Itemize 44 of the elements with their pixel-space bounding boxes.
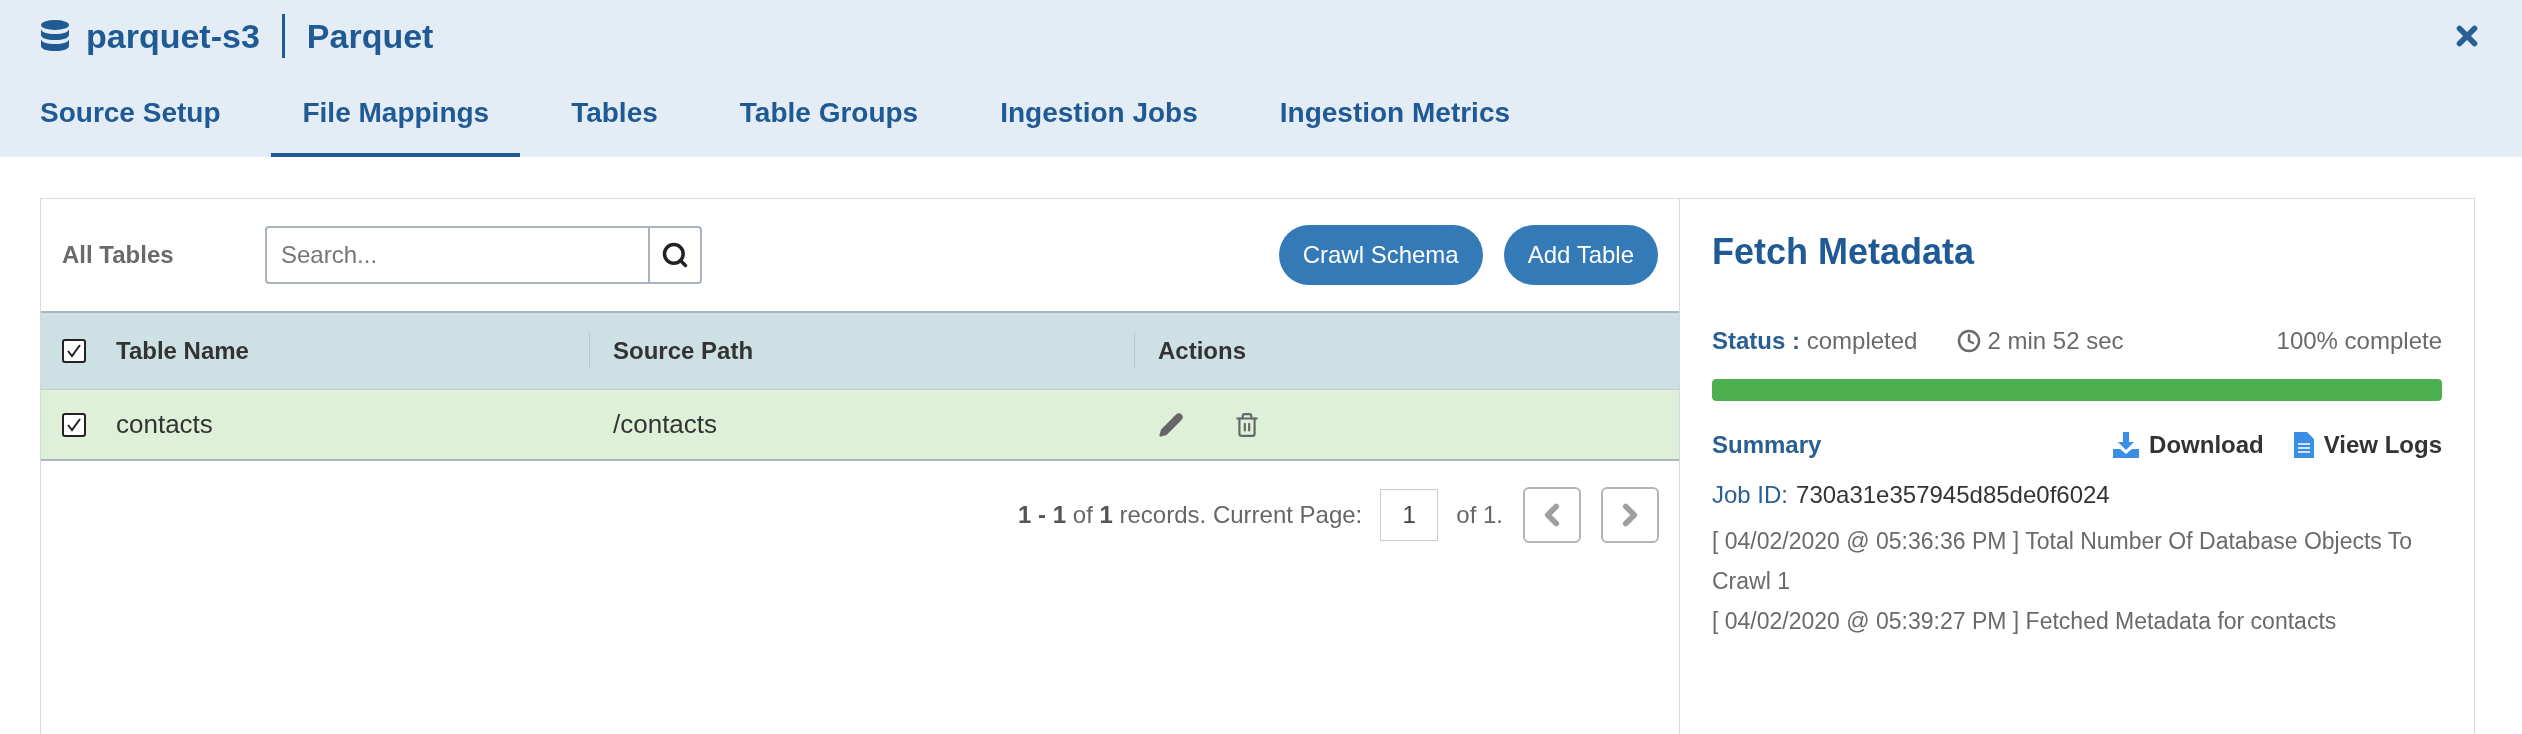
action-button[interactable]: Crawl Schema	[1278, 225, 1483, 285]
table-cell: /contacts	[589, 389, 1134, 461]
search-icon[interactable]	[648, 226, 702, 284]
action-button[interactable]: Add Table	[1503, 225, 1658, 285]
panel-title: All Tables	[62, 241, 175, 269]
column-title: Source Path	[613, 337, 754, 365]
trash-icon[interactable]	[1234, 411, 1260, 438]
previous-page-button[interactable]	[1523, 487, 1581, 543]
link-button[interactable]: Download	[2113, 431, 2264, 459]
records-summary: 1 - 1 of 1 records. Current Page:	[1018, 501, 1363, 529]
search-field[interactable]: Search...	[265, 226, 648, 284]
log-entry: [ 04/02/2020 @ 05:39:27 PM ] Fetched Metadata for contacts	[1712, 607, 2338, 636]
source-type: Parquet	[306, 16, 434, 56]
database-icon	[40, 19, 70, 53]
page-input[interactable]: 1	[1380, 489, 1439, 541]
download-icon	[2113, 432, 2140, 458]
panel-title: Fetch Metadata	[1712, 231, 1976, 273]
document-icon	[2293, 432, 2314, 458]
source-title: parquet-s3	[86, 16, 260, 56]
tab[interactable]: Tables	[540, 97, 689, 157]
check-icon	[66, 343, 82, 359]
page-total: of 1.	[1456, 501, 1503, 529]
checkbox[interactable]	[62, 412, 86, 437]
next-page-button[interactable]	[1601, 487, 1659, 543]
duration-text: 2 min 52 sec	[1987, 327, 2124, 355]
log-entry: [ 04/02/2020 @ 05:36:36 PM ] Total Number Of Database Objects To Crawl 1	[1712, 527, 2414, 596]
column-title: Actions	[1158, 337, 1246, 365]
tab[interactable]: Source Setup	[40, 97, 252, 157]
job-id-label: Job ID:	[1712, 481, 1789, 509]
check-icon	[66, 416, 82, 433]
link-button[interactable]: View Logs	[2293, 431, 2442, 459]
edit-icon[interactable]	[1158, 411, 1184, 438]
status-text: Status : completed	[1712, 327, 1918, 355]
section-title: Summary	[1712, 431, 1822, 459]
tab[interactable]: Table Groups	[708, 97, 950, 157]
tab[interactable]: File Mappings	[271, 97, 521, 157]
cell-text: contacts	[116, 409, 213, 440]
tab[interactable]: Ingestion Metrics	[1248, 97, 1542, 157]
progress-text: 100% complete	[2276, 327, 2442, 355]
clock-icon	[1957, 329, 1982, 353]
checkbox[interactable]	[62, 339, 86, 363]
job-id-value: 730a31e357945d85de0f6024	[1796, 481, 2110, 509]
column-title: Table Name	[116, 337, 249, 365]
tab[interactable]: Ingestion Jobs	[969, 97, 1229, 157]
